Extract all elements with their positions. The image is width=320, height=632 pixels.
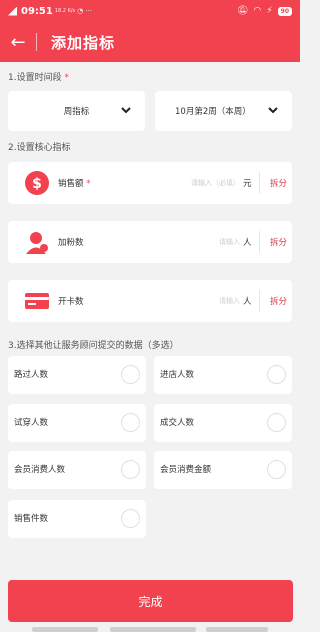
core-row-label: 销售额 *	[58, 177, 168, 189]
section-period-text: 1.设置时间段	[8, 73, 62, 83]
option-label: 路过人数	[14, 370, 49, 380]
status-bar: 09:51 18.2 K/s ◔ ··· 🔕︎ ◠ ⚡︎ 90	[0, 0, 300, 22]
option-checkbox[interactable]	[267, 413, 286, 432]
section-extra-label: 3.选择其他让服务顾问提交的数据（多选）	[8, 341, 179, 351]
nav-divider	[36, 33, 37, 51]
option-item[interactable]: 会员消费人数	[8, 451, 146, 489]
chevron-down-icon	[121, 107, 131, 114]
chevron-down-icon	[268, 107, 278, 114]
nav-bar: ← 添加指标	[0, 22, 300, 62]
wifi-icon: ◠	[253, 6, 262, 16]
option-label: 销售件数	[14, 514, 49, 524]
option-item[interactable]: 路过人数	[8, 356, 146, 394]
core-row-label-text: 销售额	[58, 179, 84, 189]
card-icon	[24, 288, 50, 314]
network-speed: 18.2 K/s	[54, 7, 76, 14]
core-row-followers: 加粉数 人 拆分	[8, 221, 292, 263]
period-type-select[interactable]: 周指标	[8, 91, 145, 131]
option-item[interactable]: 试穿人数	[8, 404, 146, 442]
option-item[interactable]: 会员消费金额	[154, 451, 292, 489]
required-mark: *	[64, 73, 69, 83]
section-core-label: 2.设置核心指标	[8, 143, 71, 153]
battery-icon: 90	[277, 6, 292, 16]
option-item[interactable]: 进店人数	[154, 356, 292, 394]
dollar-icon: $	[24, 170, 50, 196]
split-button[interactable]: 拆分	[270, 177, 287, 189]
core-row-unit: 元	[243, 179, 252, 189]
option-checkbox[interactable]	[121, 413, 140, 432]
bell-icon: ◔	[77, 6, 84, 15]
nav-hint-bar	[110, 627, 196, 632]
core-row-cards: 开卡数 人 拆分	[8, 280, 292, 322]
row-divider	[259, 172, 260, 194]
followers-input[interactable]	[168, 238, 240, 246]
more-icon: ···	[85, 6, 92, 15]
option-checkbox[interactable]	[267, 365, 286, 384]
core-row-sales: $ 销售额 * 元 拆分	[8, 162, 292, 204]
required-mark: *	[86, 179, 91, 189]
core-row-unit: 人	[243, 238, 252, 248]
core-row-label: 开卡数	[58, 297, 84, 307]
user-icon	[24, 229, 50, 255]
svg-text:$: $	[32, 176, 42, 192]
app-header: 09:51 18.2 K/s ◔ ··· 🔕︎ ◠ ⚡︎ 90 ← 添加指标	[0, 0, 300, 62]
option-label: 会员消费人数	[14, 465, 66, 475]
sales-input[interactable]	[168, 179, 240, 187]
core-row-unit: 人	[243, 297, 252, 307]
option-label: 进店人数	[160, 370, 195, 380]
nav-hint-bar	[32, 627, 98, 632]
cards-input[interactable]	[168, 297, 240, 305]
split-button[interactable]: 拆分	[270, 236, 287, 248]
nav-hint-bar	[206, 627, 268, 632]
section-period-label: 1.设置时间段 *	[8, 70, 69, 83]
option-item[interactable]: 销售件数	[8, 500, 146, 538]
signal-icon	[8, 6, 17, 16]
option-checkbox[interactable]	[267, 460, 286, 479]
option-checkbox[interactable]	[121, 509, 140, 528]
period-type-value: 周指标	[63, 107, 90, 117]
done-button[interactable]: 完成	[8, 580, 293, 622]
split-button[interactable]: 拆分	[270, 295, 287, 307]
option-label: 试穿人数	[14, 418, 49, 428]
mute-icon: 🔕︎	[237, 6, 249, 16]
status-time: 09:51	[21, 5, 53, 17]
period-week-select[interactable]: 10月第2周（本周）	[155, 91, 292, 131]
option-label: 会员消费金额	[160, 465, 212, 475]
option-checkbox[interactable]	[121, 365, 140, 384]
page-title: 添加指标	[51, 33, 116, 52]
option-item[interactable]: 成交人数	[154, 404, 292, 442]
option-label: 成交人数	[160, 418, 195, 428]
core-row-label: 加粉数	[58, 238, 84, 248]
row-divider	[259, 231, 260, 253]
period-week-value: 10月第2周（本周）	[175, 107, 251, 117]
row-divider	[259, 290, 260, 312]
back-arrow-icon[interactable]: ←	[0, 32, 36, 53]
option-checkbox[interactable]	[121, 460, 140, 479]
charging-icon: ⚡︎	[266, 6, 273, 16]
